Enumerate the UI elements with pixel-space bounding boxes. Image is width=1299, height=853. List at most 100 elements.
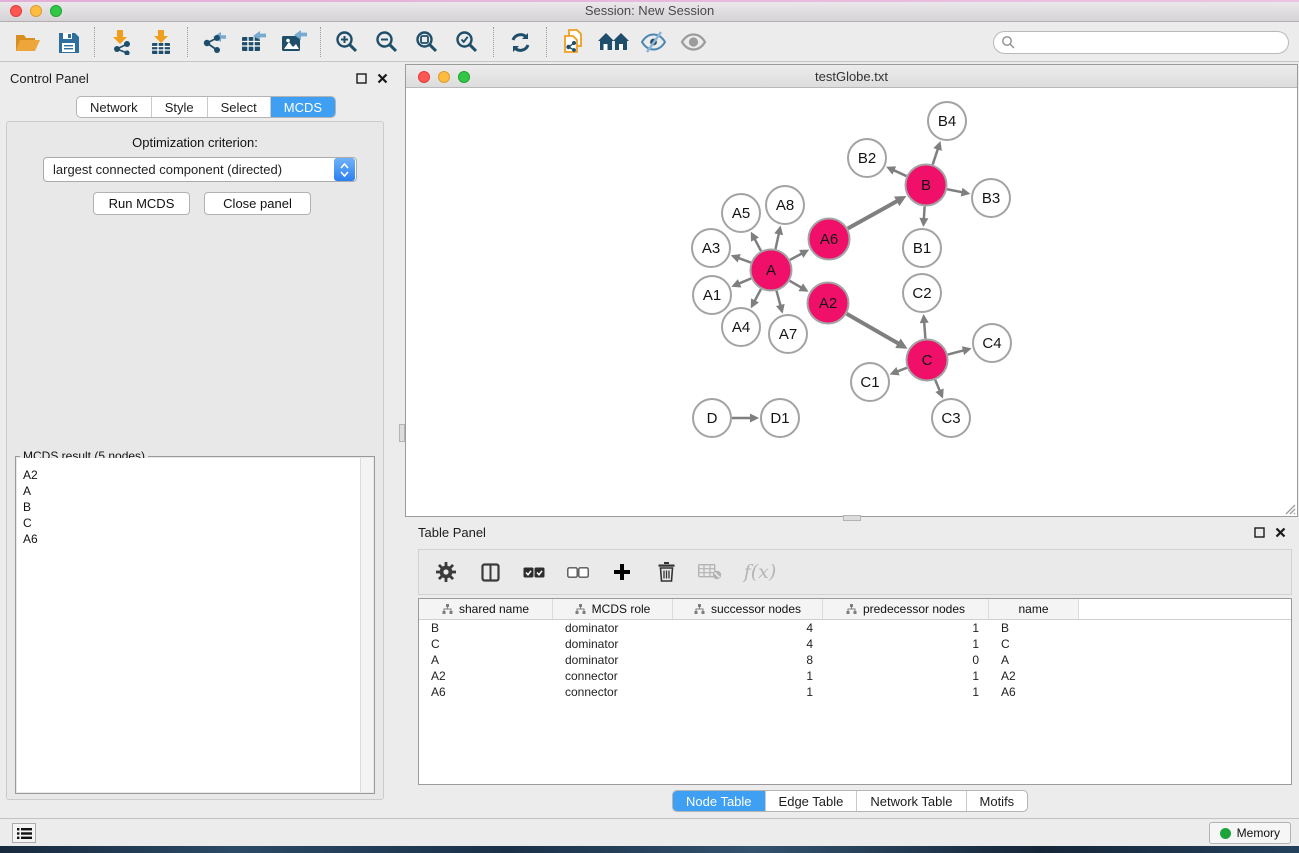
tab-network[interactable]: Network	[77, 97, 151, 117]
table-row[interactable]: A dominator 8 0 A	[419, 652, 1291, 668]
float-panel-icon[interactable]	[1254, 527, 1265, 538]
cell-successor-nodes[interactable]: 4	[673, 637, 823, 651]
cell-mcds-role[interactable]: dominator	[553, 637, 673, 651]
vertical-splitter-handle[interactable]	[399, 424, 405, 442]
table-row[interactable]: A6 connector 1 1 A6	[419, 684, 1291, 700]
cell-name[interactable]: C	[989, 637, 1079, 651]
network-window-titlebar[interactable]: testGlobe.txt	[406, 65, 1297, 88]
graph-node-A8[interactable]: A8	[766, 186, 804, 224]
graph-node-A[interactable]: A	[751, 250, 792, 291]
cell-predecessor-nodes[interactable]: 1	[823, 669, 989, 683]
clone-network-button[interactable]	[553, 25, 593, 59]
search-field[interactable]	[993, 31, 1289, 54]
cell-name[interactable]: A6	[989, 685, 1079, 699]
graph-node-B1[interactable]: B1	[903, 229, 941, 267]
cell-name[interactable]: B	[989, 621, 1079, 635]
graph-edge[interactable]	[738, 258, 751, 263]
cell-successor-nodes[interactable]: 8	[673, 653, 823, 667]
import-table-button[interactable]	[141, 25, 181, 59]
close-panel-icon[interactable]	[1275, 527, 1286, 538]
zoom-fit-button[interactable]	[407, 25, 447, 59]
export-image-button[interactable]	[274, 25, 314, 59]
cell-mcds-role[interactable]: dominator	[553, 621, 673, 635]
delete-table-button[interactable]	[693, 555, 727, 589]
cell-name[interactable]: A2	[989, 669, 1079, 683]
task-history-button[interactable]	[12, 823, 36, 843]
tab-select[interactable]: Select	[207, 97, 270, 117]
close-panel-button[interactable]: Close panel	[204, 192, 311, 215]
graph-edge[interactable]	[893, 170, 906, 176]
graph-node-C1[interactable]: C1	[851, 363, 889, 401]
function-builder-button[interactable]: f(x)	[737, 555, 783, 589]
export-table-button[interactable]	[234, 25, 274, 59]
graph-node-A5[interactable]: A5	[722, 194, 760, 232]
resize-grip-icon[interactable]	[1283, 502, 1296, 515]
graph-node-B2[interactable]: B2	[848, 139, 886, 177]
cell-predecessor-nodes[interactable]: 1	[823, 685, 989, 699]
hide-annotations-button[interactable]	[633, 25, 673, 59]
tab-style[interactable]: Style	[151, 97, 207, 117]
table-row[interactable]: C dominator 4 1 C	[419, 636, 1291, 652]
graph-edge[interactable]	[848, 201, 898, 229]
graph-node-A4[interactable]: A4	[722, 308, 760, 346]
graph-node-C[interactable]: C	[907, 340, 948, 381]
column-header-successor-nodes[interactable]: successor nodes	[673, 599, 823, 619]
graph-node-A6[interactable]: A6	[809, 219, 850, 260]
column-header-predecessor-nodes[interactable]: predecessor nodes	[823, 599, 989, 619]
cell-shared-name[interactable]: C	[419, 637, 553, 651]
graph-node-A7[interactable]: A7	[769, 315, 807, 353]
tab-node-table[interactable]: Node Table	[673, 791, 765, 811]
tab-motifs[interactable]: Motifs	[966, 791, 1028, 811]
cell-mcds-role[interactable]: connector	[553, 669, 673, 683]
graph-edge[interactable]	[755, 289, 761, 301]
cell-successor-nodes[interactable]: 1	[673, 685, 823, 699]
cell-shared-name[interactable]: B	[419, 621, 553, 635]
cell-name[interactable]: A	[989, 653, 1079, 667]
cell-successor-nodes[interactable]: 1	[673, 669, 823, 683]
graph-edge[interactable]	[777, 291, 781, 306]
memory-button[interactable]: Memory	[1209, 822, 1291, 844]
graph-edge[interactable]	[924, 206, 925, 219]
graph-node-C2[interactable]: C2	[903, 274, 941, 312]
network-canvas[interactable]: AA1A2A3A4A5A6A7A8BB1B2B3B4CC1C2C3C4DD1	[406, 88, 1297, 516]
list-item[interactable]: B	[17, 499, 360, 515]
criterion-dropdown[interactable]: largest connected component (directed)	[43, 157, 357, 182]
zoom-selected-button[interactable]	[447, 25, 487, 59]
table-row[interactable]: A2 connector 1 1 A2	[419, 668, 1291, 684]
open-session-button[interactable]	[8, 25, 48, 59]
cell-predecessor-nodes[interactable]: 1	[823, 621, 989, 635]
apply-layout-button[interactable]	[500, 25, 540, 59]
show-annotations-button[interactable]	[673, 25, 713, 59]
graph-edge[interactable]	[935, 380, 940, 391]
graph-node-C4[interactable]: C4	[973, 324, 1011, 362]
cell-mcds-role[interactable]: dominator	[553, 653, 673, 667]
tab-edge-table[interactable]: Edge Table	[765, 791, 857, 811]
graph-node-B3[interactable]: B3	[972, 179, 1010, 217]
graph-node-A2[interactable]: A2	[808, 283, 849, 324]
table-settings-button[interactable]	[429, 555, 463, 589]
zoom-in-button[interactable]	[327, 25, 367, 59]
save-session-button[interactable]	[48, 25, 88, 59]
cell-shared-name[interactable]: A	[419, 653, 553, 667]
import-network-button[interactable]	[101, 25, 141, 59]
list-item[interactable]: A	[17, 483, 360, 499]
column-header-mcds-role[interactable]: MCDS role	[553, 599, 673, 619]
graph-node-B4[interactable]: B4	[928, 102, 966, 140]
search-input[interactable]	[1015, 33, 1288, 51]
tab-mcds[interactable]: MCDS	[270, 97, 335, 117]
scrollbar[interactable]	[360, 458, 373, 792]
cell-successor-nodes[interactable]: 4	[673, 621, 823, 635]
close-panel-icon[interactable]	[377, 73, 388, 84]
graph-edge[interactable]	[897, 368, 907, 372]
cell-predecessor-nodes[interactable]: 0	[823, 653, 989, 667]
graph-edge[interactable]	[790, 253, 802, 259]
run-mcds-button[interactable]: Run MCDS	[93, 192, 190, 215]
deselect-all-button[interactable]	[561, 555, 595, 589]
cell-mcds-role[interactable]: connector	[553, 685, 673, 699]
cell-predecessor-nodes[interactable]: 1	[823, 637, 989, 651]
graph-edge[interactable]	[924, 322, 925, 339]
mcds-result-list[interactable]: A2 A B C A6	[17, 458, 360, 792]
export-network-button[interactable]	[194, 25, 234, 59]
graph-node-B[interactable]: B	[906, 165, 947, 206]
zoom-out-button[interactable]	[367, 25, 407, 59]
